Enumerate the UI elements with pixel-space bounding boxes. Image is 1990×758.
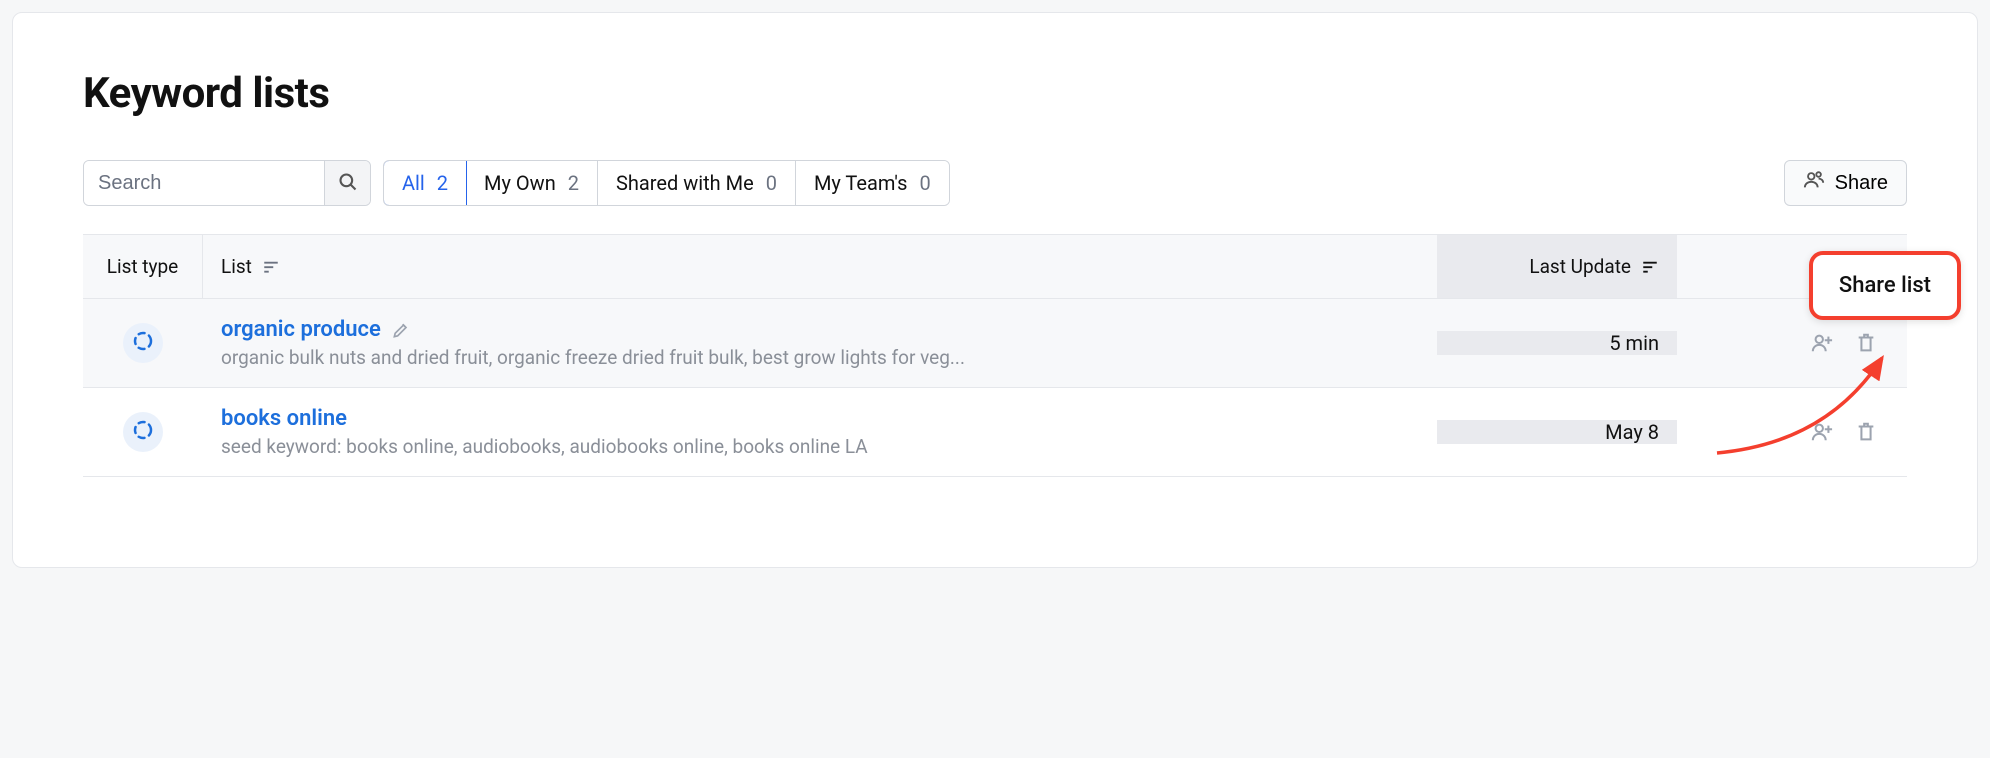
- filter-label: My Team's: [814, 171, 908, 195]
- sort-icon: [1641, 258, 1659, 276]
- filter-label: Shared with Me: [616, 171, 754, 195]
- search-icon: [338, 172, 358, 195]
- share-button[interactable]: Share: [1784, 160, 1907, 206]
- sort-icon: [262, 258, 280, 276]
- cell-list: organic produce organic bulk nuts and dr…: [203, 317, 1437, 369]
- column-label: List type: [107, 255, 179, 278]
- column-header-list[interactable]: List: [203, 235, 1437, 298]
- share-button-label: Share: [1835, 172, 1888, 195]
- filter-count: 2: [437, 171, 448, 195]
- list-description: organic bulk nuts and dried fruit, organ…: [221, 346, 1419, 369]
- share-list-icon[interactable]: [1811, 332, 1833, 354]
- table-row: organic produce organic bulk nuts and dr…: [83, 299, 1907, 388]
- filter-label: All: [402, 171, 425, 195]
- filter-tab-shared-with-me[interactable]: Shared with Me 0: [598, 161, 796, 205]
- filter-label: My Own: [484, 171, 556, 195]
- cell-actions: [1677, 332, 1907, 354]
- list-description: seed keyword: books online, audiobooks, …: [221, 435, 1419, 458]
- table-header: List type List Last Update: [83, 235, 1907, 299]
- list-name-link[interactable]: books online: [221, 406, 347, 431]
- cell-last-update: 5 min: [1437, 331, 1677, 355]
- cell-list-type: [83, 412, 203, 452]
- list-type-badge: [123, 323, 163, 363]
- tooltip-label: Share list: [1839, 273, 1931, 298]
- segments-icon: [131, 329, 155, 357]
- last-update-value: May 8: [1605, 420, 1659, 444]
- cell-list: books online seed keyword: books online,…: [203, 406, 1437, 458]
- filter-tabs: All 2 My Own 2 Shared with Me 0 My Team'…: [383, 160, 950, 206]
- toolbar: All 2 My Own 2 Shared with Me 0 My Team'…: [83, 160, 1907, 206]
- filter-count: 2: [568, 171, 579, 195]
- segments-icon: [131, 418, 155, 446]
- keyword-lists-table: List type List Last Update: [83, 234, 1907, 477]
- column-header-list-type[interactable]: List type: [83, 235, 203, 298]
- list-name-link[interactable]: organic produce: [221, 317, 381, 342]
- search-button[interactable]: [324, 161, 370, 205]
- share-list-icon[interactable]: [1811, 421, 1833, 443]
- cell-list-type: [83, 323, 203, 363]
- page-title: Keyword lists: [83, 69, 1907, 118]
- keyword-lists-card: Keyword lists All 2 My Own 2 Shared with…: [12, 12, 1978, 568]
- last-update-value: 5 min: [1609, 331, 1659, 355]
- trash-icon[interactable]: [1855, 332, 1877, 354]
- filter-tab-my-own[interactable]: My Own 2: [466, 161, 598, 205]
- cell-actions: [1677, 421, 1907, 443]
- share-list-tooltip: Share list: [1809, 251, 1961, 320]
- filter-count: 0: [766, 171, 777, 195]
- column-header-last-update[interactable]: Last Update: [1437, 235, 1677, 298]
- filter-tab-all[interactable]: All 2: [383, 160, 467, 206]
- filter-count: 0: [919, 171, 930, 195]
- table-row: books online seed keyword: books online,…: [83, 388, 1907, 477]
- people-icon: [1803, 169, 1825, 197]
- list-type-badge: [123, 412, 163, 452]
- trash-icon[interactable]: [1855, 421, 1877, 443]
- search-wrap: [83, 160, 371, 206]
- search-input[interactable]: [84, 161, 324, 205]
- cell-last-update: May 8: [1437, 420, 1677, 444]
- pencil-icon[interactable]: [391, 320, 411, 340]
- column-label: List: [221, 255, 252, 278]
- filter-tab-my-teams[interactable]: My Team's 0: [796, 161, 949, 205]
- column-label: Last Update: [1529, 255, 1631, 278]
